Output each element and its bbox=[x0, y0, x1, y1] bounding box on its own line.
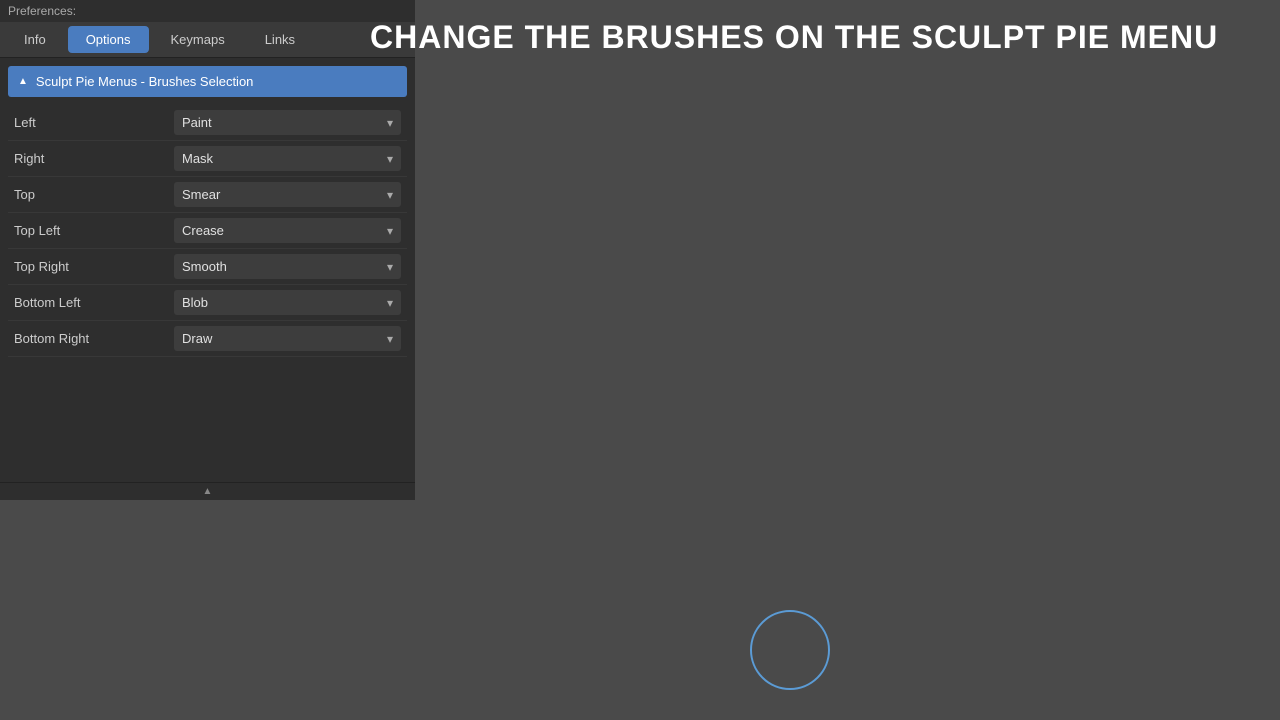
select-bottom-left[interactable]: BlobPaintDrawClaySmoothGrabSmearPinchCre… bbox=[174, 290, 401, 315]
scroll-indicator: ▲ bbox=[0, 482, 415, 500]
tab-options[interactable]: Options bbox=[68, 26, 149, 53]
scroll-up-icon[interactable]: ▲ bbox=[203, 486, 213, 497]
setting-row-top-right: Top Right SmoothPaintDrawClayGrabSmearPi… bbox=[8, 249, 407, 285]
select-wrapper-bottom-left: BlobPaintDrawClaySmoothGrabSmearPinchCre… bbox=[174, 290, 401, 315]
select-wrapper-top-right: SmoothPaintDrawClayGrabSmearPinchBlobCre… bbox=[174, 254, 401, 279]
section-header[interactable]: ▲ Sculpt Pie Menus - Brushes Selection bbox=[8, 66, 407, 97]
label-left: Left bbox=[14, 115, 174, 130]
select-wrapper-top-left: CreasePaintDrawClaySmoothGrabSmearPinchB… bbox=[174, 218, 401, 243]
tab-keymaps[interactable]: Keymaps bbox=[153, 26, 243, 53]
collapse-icon: ▲ bbox=[18, 76, 28, 87]
preferences-panel: Preferences: Info Options Keymaps Links … bbox=[0, 0, 415, 500]
preferences-title: Preferences: bbox=[0, 0, 415, 22]
tab-info[interactable]: Info bbox=[6, 26, 64, 53]
label-top-left: Top Left bbox=[14, 223, 174, 238]
tab-links[interactable]: Links bbox=[247, 26, 313, 53]
select-wrapper-top: SmearPaintDrawClaySmoothGrabPinchBlobCre… bbox=[174, 182, 401, 207]
setting-row-bottom-left: Bottom Left BlobPaintDrawClaySmoothGrabS… bbox=[8, 285, 407, 321]
tabs-bar: Info Options Keymaps Links bbox=[0, 22, 415, 58]
circle-indicator bbox=[750, 610, 830, 690]
section-label: Sculpt Pie Menus - Brushes Selection bbox=[36, 74, 254, 89]
select-left[interactable]: PaintDrawClaySmoothGrabSmearPinchBlobCre… bbox=[174, 110, 401, 135]
setting-row-right: Right MaskPaintDrawClaySmoothGrabSmearPi… bbox=[8, 141, 407, 177]
select-wrapper-left: PaintDrawClaySmoothGrabSmearPinchBlobCre… bbox=[174, 110, 401, 135]
setting-row-top-left: Top Left CreasePaintDrawClaySmoothGrabSm… bbox=[8, 213, 407, 249]
label-bottom-right: Bottom Right bbox=[14, 331, 174, 346]
label-right: Right bbox=[14, 151, 174, 166]
settings-content: Left PaintDrawClaySmoothGrabSmearPinchBl… bbox=[0, 101, 415, 482]
select-top-left[interactable]: CreasePaintDrawClaySmoothGrabSmearPinchB… bbox=[174, 218, 401, 243]
select-right[interactable]: MaskPaintDrawClaySmoothGrabSmearPinchBlo… bbox=[174, 146, 401, 171]
main-title: CHANGE THE BRUSHES ON THE SCULPT PIE MEN… bbox=[370, 18, 1260, 56]
select-top[interactable]: SmearPaintDrawClaySmoothGrabPinchBlobCre… bbox=[174, 182, 401, 207]
select-bottom-right[interactable]: DrawPaintClaySmoothGrabSmearPinchBlobCre… bbox=[174, 326, 401, 351]
label-top: Top bbox=[14, 187, 174, 202]
select-wrapper-bottom-right: DrawPaintClaySmoothGrabSmearPinchBlobCre… bbox=[174, 326, 401, 351]
label-bottom-left: Bottom Left bbox=[14, 295, 174, 310]
select-top-right[interactable]: SmoothPaintDrawClayGrabSmearPinchBlobCre… bbox=[174, 254, 401, 279]
setting-row-top: Top SmearPaintDrawClaySmoothGrabPinchBlo… bbox=[8, 177, 407, 213]
select-wrapper-right: MaskPaintDrawClaySmoothGrabSmearPinchBlo… bbox=[174, 146, 401, 171]
label-top-right: Top Right bbox=[14, 259, 174, 274]
setting-row-left: Left PaintDrawClaySmoothGrabSmearPinchBl… bbox=[8, 105, 407, 141]
setting-row-bottom-right: Bottom Right DrawPaintClaySmoothGrabSmea… bbox=[8, 321, 407, 357]
